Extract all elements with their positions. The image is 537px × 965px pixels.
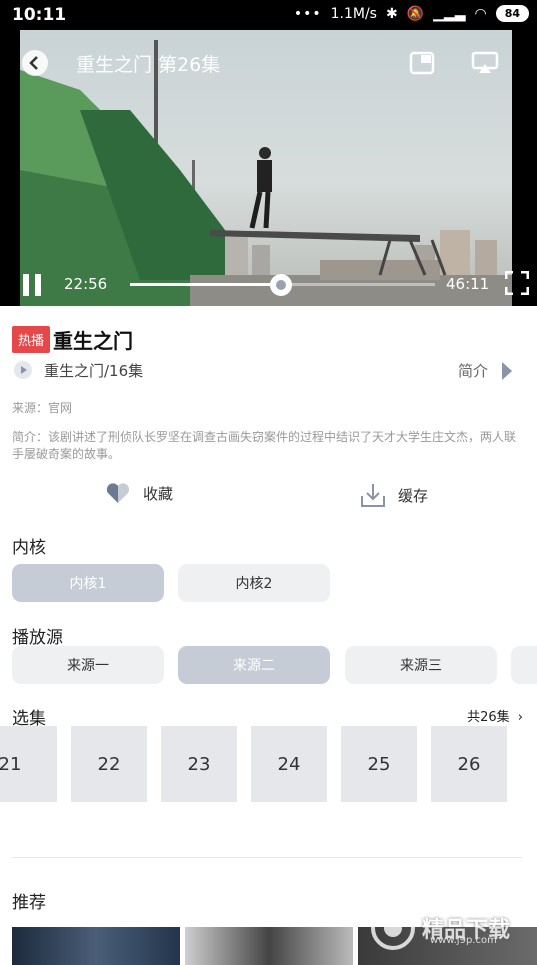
back-button[interactable] xyxy=(22,50,48,76)
fullscreen-icon xyxy=(504,270,530,296)
description-text: 简介：该剧讲述了刑侦队长罗坚在调查古画失窃案件的过程中结识了天才大学生庄文杰，两… xyxy=(12,430,517,461)
signal-strength-icon: ▁▂▃ xyxy=(433,5,466,22)
fullscreen-button[interactable] xyxy=(504,270,530,296)
section-divider xyxy=(12,857,522,858)
kernel-option-1[interactable]: 内核1 xyxy=(12,564,164,602)
episode-number: 22 xyxy=(97,753,121,775)
kernel-option-2[interactable]: 内核2 xyxy=(178,564,330,602)
episode-number: 21 xyxy=(0,753,22,775)
episode-number: 24 xyxy=(277,753,301,775)
heart-icon xyxy=(106,483,130,503)
status-icons: ••• 1.1M/s ✱ 🔕 ▁▂▃ ◠ 84 xyxy=(294,5,529,22)
favorite-button[interactable]: 收藏 xyxy=(105,482,173,504)
progress-fill xyxy=(130,283,282,286)
download-label: 缓存 xyxy=(398,486,429,505)
cast-button[interactable] xyxy=(471,50,499,76)
mini-window-button[interactable] xyxy=(408,50,436,76)
bluetooth-icon: ✱ xyxy=(385,5,398,22)
source-option-1[interactable]: 来源一 xyxy=(12,646,164,684)
watermark-logo-icon xyxy=(371,906,415,950)
watermark-url: www.j9p.com xyxy=(430,935,497,946)
play-circle-icon xyxy=(14,361,32,379)
source-text: 来源：官网 xyxy=(12,401,73,415)
episode-tile[interactable]: 24 xyxy=(251,726,327,802)
status-time: 10:11 xyxy=(12,5,67,25)
episode-tile[interactable]: 21 xyxy=(0,726,57,802)
episode-number: 26 xyxy=(457,753,481,775)
mute-bell-icon: 🔕 xyxy=(406,5,425,22)
network-speed: 1.1M/s xyxy=(330,5,377,22)
watermark: 精品下载 www.j9p.com xyxy=(370,905,510,951)
favorite-label: 收藏 xyxy=(143,484,174,503)
intro-label: 简介 xyxy=(457,362,488,380)
status-bar: 10:11 ••• 1.1M/s ✱ 🔕 ▁▂▃ ◠ 84 xyxy=(0,0,537,30)
intro-button[interactable]: 简介 xyxy=(458,360,512,381)
episode-tile[interactable]: 23 xyxy=(161,726,237,802)
signal-dots-icon: ••• xyxy=(293,5,322,22)
source-option-3[interactable]: 来源三 xyxy=(345,646,497,684)
kernel-section-title: 内核 xyxy=(12,538,46,558)
player-title: 重生之门 第26集 xyxy=(76,54,221,76)
source-option-overflow[interactable] xyxy=(511,646,537,684)
recommend-section-title: 推荐 xyxy=(12,893,46,913)
download-button[interactable]: 缓存 xyxy=(360,482,428,508)
episode-tile[interactable]: 22 xyxy=(71,726,147,802)
source-option-2[interactable]: 来源二 xyxy=(178,646,330,684)
progress-slider[interactable] xyxy=(130,274,435,296)
download-icon xyxy=(361,484,385,507)
play-triangle-icon xyxy=(502,361,512,380)
recommend-poster[interactable] xyxy=(12,927,180,965)
current-time: 22:56 xyxy=(64,275,108,293)
pause-button[interactable] xyxy=(22,273,42,297)
all-episodes-link[interactable]: 共26集 › xyxy=(467,706,523,725)
episode-number: 23 xyxy=(187,753,211,775)
hot-badge: 热播 xyxy=(12,326,51,353)
picture-in-picture-icon xyxy=(409,51,435,75)
play-source-section-title: 播放源 xyxy=(12,628,63,648)
episodes-total: 共26集 xyxy=(467,710,510,725)
video-player[interactable]: 重生之门 第26集 22:56 46:11 xyxy=(0,30,537,306)
show-subtitle: 重生之门/16集 xyxy=(44,362,144,380)
chevron-right-icon: › xyxy=(517,710,523,725)
total-time: 46:11 xyxy=(446,275,490,293)
pause-icon xyxy=(23,274,41,296)
battery-icon: 84 xyxy=(495,5,529,22)
cast-screen-icon xyxy=(471,51,499,73)
episode-number: 25 xyxy=(367,753,391,775)
episode-tile[interactable]: 25 xyxy=(341,726,417,802)
recommend-poster[interactable] xyxy=(185,927,353,965)
back-arrow-icon xyxy=(29,56,38,70)
show-title: 重生之门 xyxy=(53,329,133,353)
wifi-icon: ◠ xyxy=(474,5,487,22)
episode-tile[interactable]: 26 xyxy=(431,726,507,802)
